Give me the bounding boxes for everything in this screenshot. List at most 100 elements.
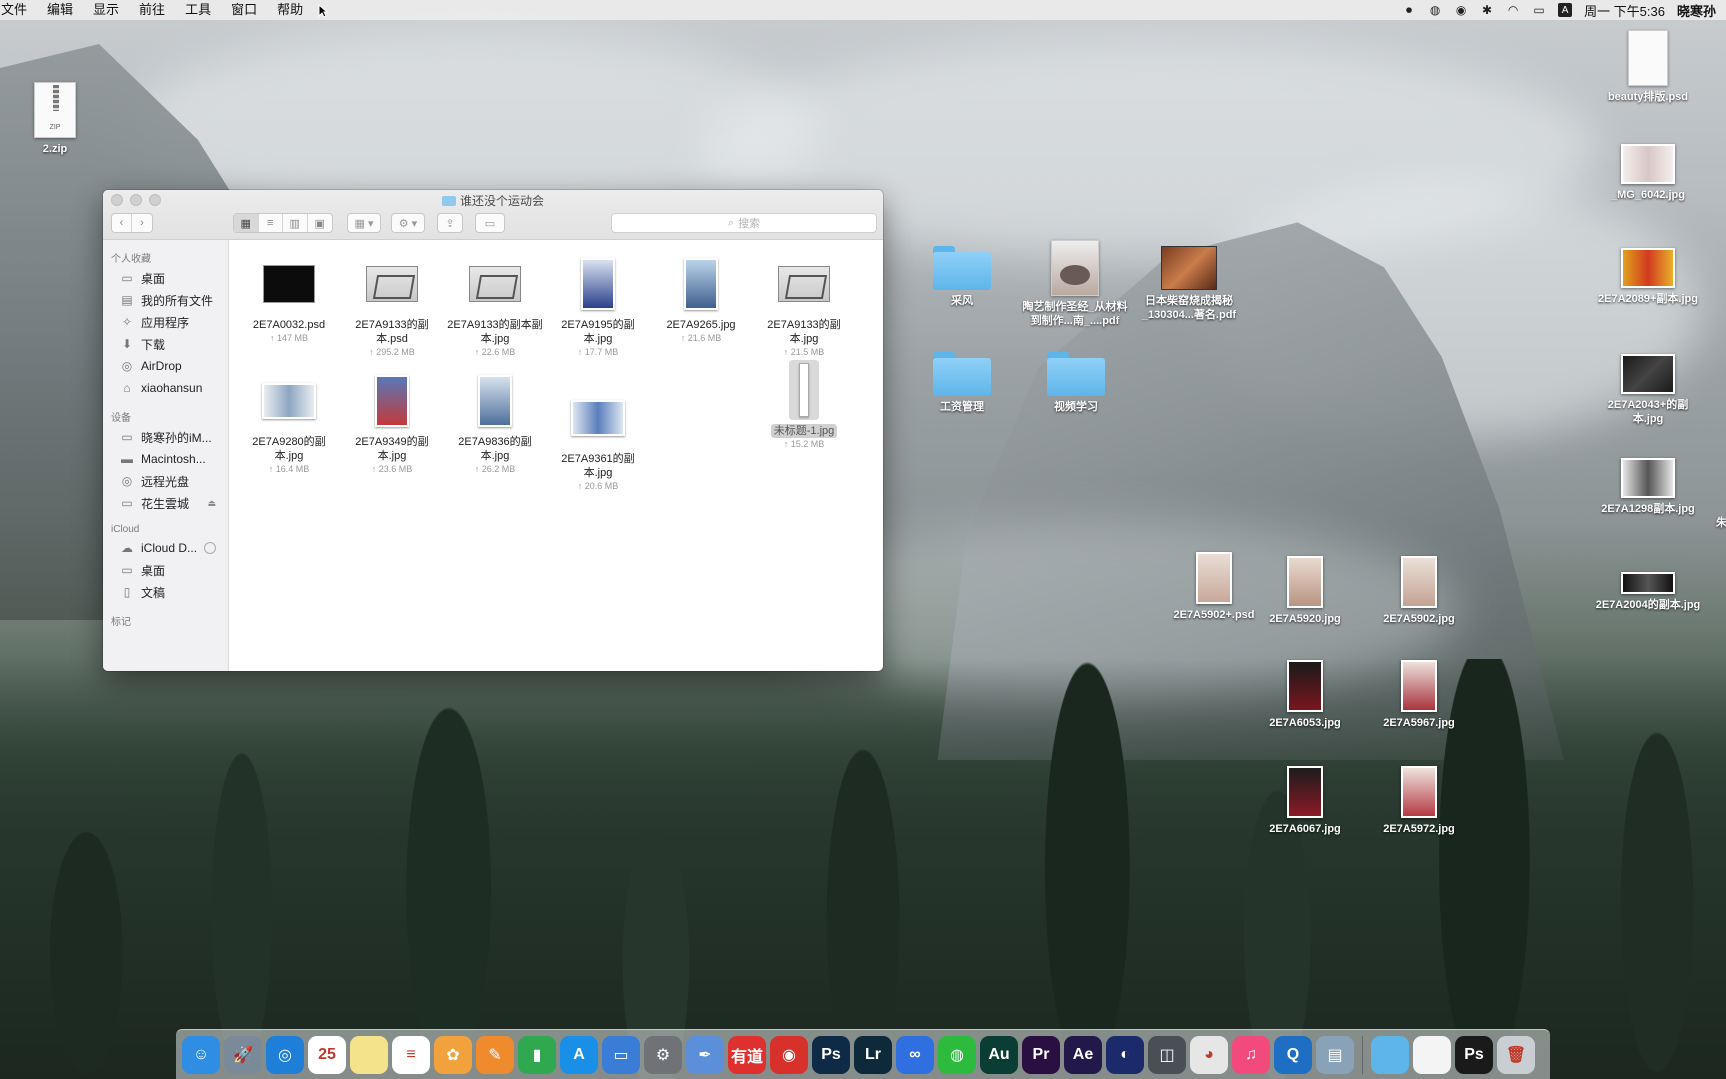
after-effects-icon[interactable]: Ae: [1064, 1035, 1102, 1074]
launchpad-icon[interactable]: 🚀: [224, 1035, 262, 1074]
finder-titlebar[interactable]: 谁还没个运动会 ‹ › ▦ ≡ ▥ ▣ ▦ ▾ ⚙ ▾ ⇪ ▭ ⌕ 搜索: [103, 190, 883, 240]
forward-button[interactable]: ›: [132, 214, 152, 232]
airplay-icon[interactable]: ▭: [1532, 3, 1546, 17]
arrange-button[interactable]: ▦ ▾: [347, 213, 381, 233]
qq-status-icon[interactable]: ◉: [1454, 3, 1468, 17]
sidebar-item-all-files[interactable]: ▤ 我的所有文件: [103, 289, 228, 311]
calendar-icon[interactable]: 25: [308, 1035, 346, 1074]
input-method-icon[interactable]: A: [1558, 3, 1573, 17]
itunes-icon[interactable]: ♫: [1232, 1035, 1270, 1074]
desktop-file-mg6042[interactable]: _MG_6042.jpg: [1593, 144, 1703, 202]
menu-edit[interactable]: 编辑: [37, 0, 83, 20]
numbers-icon[interactable]: ▮: [518, 1035, 556, 1074]
eject-icon[interactable]: ⏏: [207, 498, 216, 509]
search-input[interactable]: ⌕ 搜索: [611, 213, 877, 233]
audition-icon[interactable]: Au: [980, 1035, 1018, 1074]
menu-window[interactable]: 窗口: [221, 0, 267, 20]
desktop-portrait-5[interactable]: 2E7A5967.jpg: [1364, 660, 1474, 730]
cinema4d-icon[interactable]: ◐: [1106, 1035, 1144, 1074]
sidebar-item-peanut-drive[interactable]: ▭ 花生雲城 ⏏: [103, 492, 228, 514]
back-button[interactable]: ‹: [112, 214, 132, 232]
desktop-portrait-4[interactable]: 2E7A6053.jpg: [1250, 660, 1360, 730]
reminders-icon[interactable]: ≡: [392, 1035, 430, 1074]
finder-icon[interactable]: ☺: [182, 1035, 220, 1074]
coverflow-view-button[interactable]: ▣: [308, 214, 332, 232]
file-item[interactable]: 2E7A0032.psd ↑ 147 MB: [239, 254, 339, 344]
desktop-file-1298[interactable]: 2E7A1298副本.jpg: [1593, 458, 1703, 516]
system-preferences-icon[interactable]: ⚙: [644, 1035, 682, 1074]
menubar-user[interactable]: 晓寒孙: [1677, 1, 1716, 20]
sidebar-item-imac[interactable]: ▭ 晓寒孙的iM...: [103, 426, 228, 448]
file-item[interactable]: 2E7A9361的副本.jpg ↑ 20.6 MB: [548, 388, 648, 492]
list-view-button[interactable]: ≡: [259, 214, 283, 232]
share-button[interactable]: ⇪: [437, 213, 463, 233]
file-item[interactable]: 2E7A9265.jpg ↑ 21.6 MB: [651, 254, 751, 344]
desktop-folder-video[interactable]: 视频学习: [1021, 352, 1131, 414]
wechat-icon[interactable]: ◍: [938, 1035, 976, 1074]
screenshot-icon[interactable]: ◫: [1148, 1035, 1186, 1074]
sidebar-item-documents[interactable]: ▯ 文稿: [103, 581, 228, 603]
file-item-selected[interactable]: 未标题-1.jpg ↑ 15.2 MB: [754, 360, 854, 450]
desktop-file-2089[interactable]: 2E7A2089+副本.jpg: [1593, 248, 1703, 306]
desktop-folder-caifeng[interactable]: 采风: [907, 246, 1017, 308]
sidebar-item-icloud-drive[interactable]: ☁ iCloud D...: [103, 537, 228, 559]
screen-stack-icon[interactable]: Ps: [1455, 1035, 1493, 1074]
bluetooth-icon[interactable]: ✱: [1480, 3, 1494, 17]
premiere-icon[interactable]: Pr: [1022, 1035, 1060, 1074]
lightroom-icon[interactable]: Lr: [854, 1035, 892, 1074]
file-item[interactable]: 2E7A9133的副本.psd ↑ 295.2 MB: [342, 254, 442, 358]
menu-tools[interactable]: 工具: [175, 0, 221, 20]
safari-icon[interactable]: ◎: [266, 1035, 304, 1074]
app-store-icon[interactable]: A: [560, 1035, 598, 1074]
record-icon[interactable]: ⏺: [1402, 3, 1416, 17]
quicktime-icon[interactable]: Q: [1274, 1035, 1312, 1074]
preview-icon[interactable]: ✒: [686, 1035, 724, 1074]
sidebar-item-applications[interactable]: ✧ 应用程序: [103, 311, 228, 333]
folder-stack-icon[interactable]: [1371, 1035, 1409, 1074]
desktop-file-2004[interactable]: 2E7A2004的副本.jpg: [1593, 572, 1703, 612]
desktop-portrait-2[interactable]: 2E7A5920.jpg: [1250, 556, 1360, 626]
notes-icon[interactable]: [350, 1035, 388, 1074]
sidebar-item-home[interactable]: ⌂ xiaohansun: [103, 377, 228, 399]
sidebar-item-airdrop[interactable]: ◎ AirDrop: [103, 355, 228, 377]
file-item[interactable]: 2E7A9133的副本.jpg ↑ 21.5 MB: [754, 254, 854, 358]
action-gear-button[interactable]: ⚙ ▾: [391, 213, 425, 233]
trash-icon[interactable]: 🗑: [1497, 1035, 1535, 1074]
tags-button[interactable]: ▭: [475, 213, 505, 233]
file-item[interactable]: 2E7A9836的副本.jpg ↑ 26.2 MB: [445, 371, 545, 475]
sidebar-item-downloads[interactable]: ⬇ 下载: [103, 333, 228, 355]
photos-icon[interactable]: ✿: [434, 1035, 472, 1074]
desktop-pdf-ceramic[interactable]: 陶艺制作圣经_从材料到制作...南_....pdf: [1020, 240, 1130, 328]
photoshop-icon[interactable]: Ps: [812, 1035, 850, 1074]
desktop-edge-label[interactable]: 朱: [1716, 514, 1726, 530]
desktop-portrait-3[interactable]: 2E7A5902.jpg: [1364, 556, 1474, 626]
menu-go[interactable]: 前往: [129, 0, 175, 20]
column-view-button[interactable]: ▥: [283, 214, 308, 232]
sidebar-item-desktop[interactable]: ▭ 桌面: [103, 267, 228, 289]
keynote-icon[interactable]: ▭: [602, 1035, 640, 1074]
menu-file[interactable]: 文件: [0, 0, 37, 20]
desktop-portrait-6[interactable]: 2E7A6067.jpg: [1250, 766, 1360, 836]
image-capture-icon[interactable]: ▤: [1316, 1035, 1354, 1074]
chrome-icon[interactable]: ◕: [1190, 1035, 1228, 1074]
file-item[interactable]: 2E7A9133的副本副本.jpg ↑ 22.6 MB: [445, 254, 545, 358]
file-item[interactable]: 2E7A9195的副本.jpg ↑ 17.7 MB: [548, 254, 648, 358]
baidu-netdisk-icon[interactable]: ∞: [896, 1035, 934, 1074]
desktop-folder-salary[interactable]: 工资管理: [907, 352, 1017, 414]
wechat-status-icon[interactable]: ◍: [1428, 3, 1442, 17]
sidebar-item-macintosh-hd[interactable]: ▬ Macintosh...: [103, 448, 228, 470]
file-item[interactable]: 2E7A9349的副本.jpg ↑ 23.6 MB: [342, 371, 442, 475]
menubar-clock[interactable]: 周一 下午5:36: [1584, 1, 1665, 20]
desktop-icon-zip[interactable]: ZIP 2.zip: [0, 82, 110, 156]
desktop-file-beauty[interactable]: beauty排版.psd: [1593, 30, 1703, 104]
desktop-pdf-kiln[interactable]: 日本柴窑烧成揭秘_130304...著名.pdf: [1134, 246, 1244, 322]
icon-view-button[interactable]: ▦: [234, 214, 259, 232]
pages-icon[interactable]: ✎: [476, 1035, 514, 1074]
document-stack-icon[interactable]: [1413, 1035, 1451, 1074]
wifi-icon[interactable]: ◠: [1506, 3, 1520, 17]
sidebar-item-icloud-desktop[interactable]: ▭ 桌面: [103, 559, 228, 581]
youdao-icon[interactable]: 有道: [728, 1035, 766, 1074]
desktop-portrait-7[interactable]: 2E7A5972.jpg: [1364, 766, 1474, 836]
sidebar-item-remote-disc[interactable]: ◎ 远程光盘: [103, 470, 228, 492]
desktop-file-2043[interactable]: 2E7A2043+的副本.jpg: [1593, 354, 1703, 426]
